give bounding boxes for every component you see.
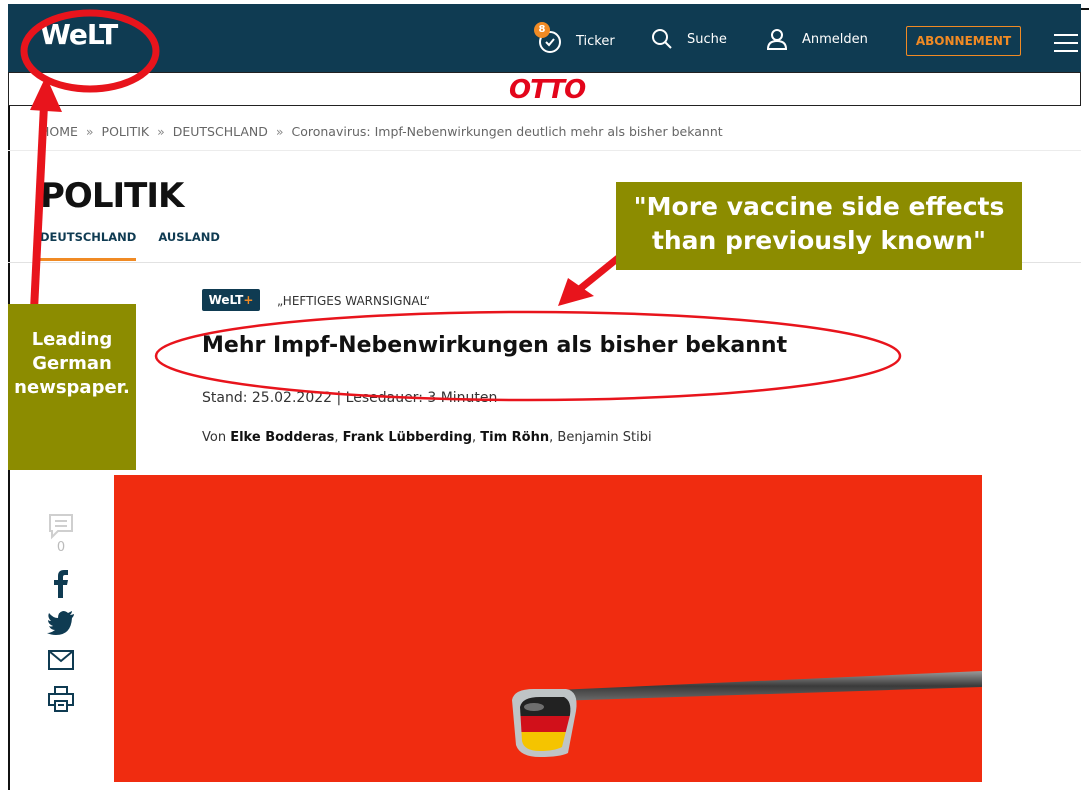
breadcrumb-separator: » [275, 124, 284, 139]
ticker-button[interactable]: 8 Ticker [534, 22, 615, 54]
article-hero-image[interactable] [114, 475, 982, 782]
breadcrumb-separator: » [157, 124, 165, 139]
article-authors: Von Elke Bodderas, Frank Lübberding, Tim… [202, 430, 652, 445]
ticker-badge: 8 [534, 22, 550, 38]
annotation-line: German [32, 353, 112, 374]
login-label: Anmelden [802, 31, 868, 47]
article-headline: Mehr Impf-Nebenwirkungen als bisher beka… [202, 333, 788, 358]
welt-plus-badge: WeLT+ [202, 289, 260, 311]
share-bar: 0 [46, 512, 76, 713]
article-kicker: „HEFTIGES WARNSIGNAL“ [277, 294, 431, 308]
article-date-readtime: Stand: 25.02.2022 | Lesedauer: 3 Minuten [202, 390, 498, 406]
annotation-line: than previously known" [651, 226, 987, 255]
annotation-box-left: Leading German newspaper. [8, 304, 136, 470]
annotation-line: Leading [31, 329, 113, 350]
search-button[interactable]: Suche [651, 28, 727, 50]
annotation-line: "More vaccine side effects [633, 192, 1005, 221]
user-icon [766, 29, 788, 50]
clock-icon: 8 [534, 22, 562, 54]
comment-icon[interactable] [47, 512, 75, 540]
login-button[interactable]: Anmelden [766, 28, 868, 50]
section-title: POLITIK [40, 176, 184, 216]
tab-deutschland[interactable]: DEUTSCHLAND [40, 230, 137, 261]
divider [8, 150, 1081, 151]
welt-plus-badge-plus: + [243, 293, 254, 307]
twitter-icon[interactable] [47, 611, 75, 635]
section-tabs: DEUTSCHLAND AUSLAND [40, 230, 238, 261]
welt-logo[interactable]: WeLT [40, 18, 118, 51]
breadcrumb-politik[interactable]: POLITIK [102, 124, 150, 139]
ticker-label: Ticker [576, 33, 615, 49]
breadcrumb-deutschland[interactable]: DEUTSCHLAND [173, 124, 268, 139]
breadcrumb-separator: » [85, 124, 94, 139]
breadcrumb-home[interactable]: HOME [40, 124, 78, 139]
annotation-box-right: "More vaccine side effects than previous… [616, 182, 1022, 270]
hamburger-menu-icon[interactable] [1054, 34, 1078, 58]
annotation-line: newspaper. [14, 377, 130, 398]
author-link[interactable]: Frank Lübberding [343, 430, 472, 445]
breadcrumb-current: Coronavirus: Impf-Nebenwirkungen deutlic… [291, 124, 723, 139]
top-navigation: WeLT 8 Ticker Suche Anmelden ABONNEMENT [8, 4, 1081, 72]
byline-prefix: Von [202, 430, 227, 445]
tab-ausland[interactable]: AUSLAND [158, 230, 220, 258]
mail-icon[interactable] [47, 649, 75, 671]
author-link[interactable]: Elke Bodderas [230, 430, 334, 445]
search-label: Suche [687, 31, 727, 47]
breadcrumb: HOME » POLITIK » DEUTSCHLAND » Coronavir… [40, 124, 727, 139]
subscribe-button[interactable]: ABONNEMENT [906, 26, 1021, 56]
welt-plus-badge-text: WeLT [208, 293, 244, 307]
facebook-icon[interactable] [47, 569, 75, 599]
comment-count: 0 [56, 540, 66, 555]
author-name: Benjamin Stibi [557, 430, 652, 445]
search-icon [652, 29, 672, 49]
print-icon[interactable] [47, 685, 75, 713]
otto-logo: OTTO [509, 75, 586, 105]
author-link[interactable]: Tim Röhn [480, 430, 549, 445]
advertisement-banner[interactable]: OTTO [8, 72, 1081, 106]
syringe-drop-illustration [512, 671, 982, 757]
